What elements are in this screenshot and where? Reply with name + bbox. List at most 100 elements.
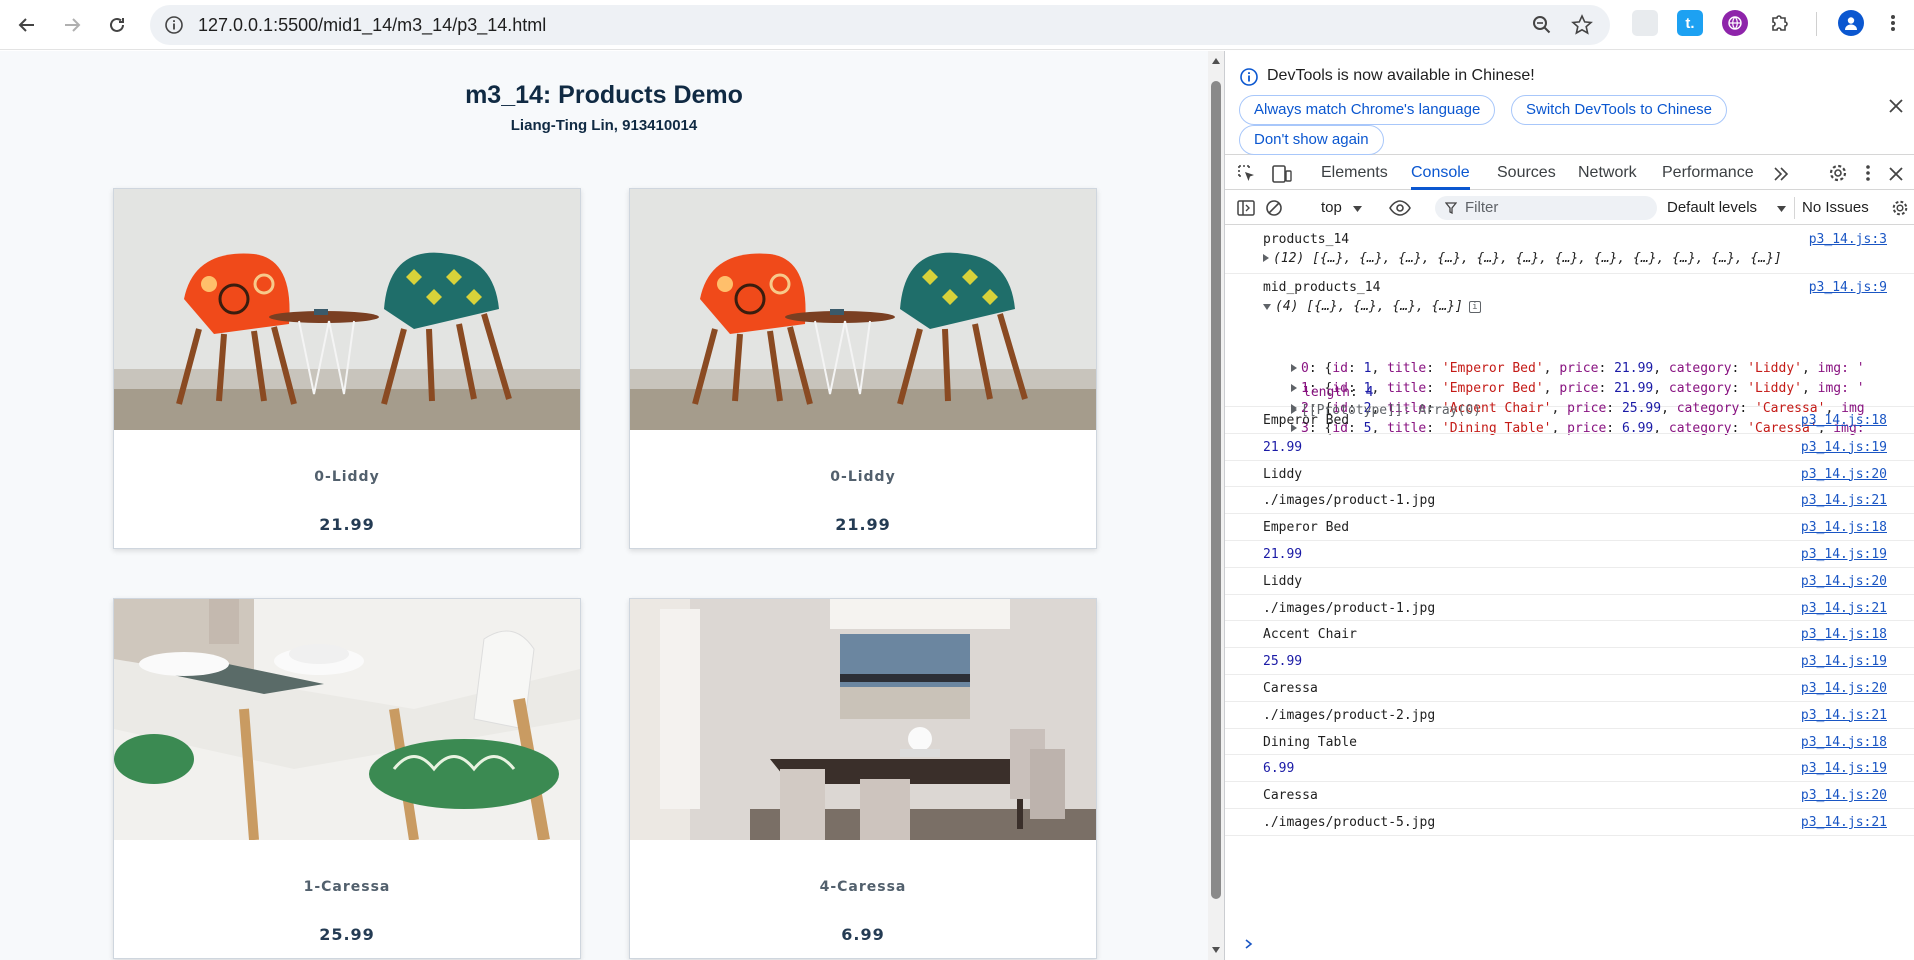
console-log-row: Emperor Bed p3_14.js:18 xyxy=(1225,407,1914,434)
product-card[interactable]: 0-Liddy 21.99 xyxy=(113,188,581,549)
switch-chinese-button[interactable]: Switch DevTools to Chinese xyxy=(1511,95,1727,125)
source-link[interactable]: p3_14.js:20 xyxy=(1801,574,1887,589)
expand-arrow-icon[interactable] xyxy=(1263,254,1269,262)
more-tabs-chevron-icon[interactable] xyxy=(1773,167,1789,181)
context-dropdown-icon[interactable] xyxy=(1353,206,1362,212)
product-price: 21.99 xyxy=(835,515,891,534)
source-link[interactable]: p3_14.js:18 xyxy=(1801,735,1887,750)
info-badge-icon[interactable]: i xyxy=(1468,300,1481,313)
settings-gear-icon[interactable] xyxy=(1828,163,1848,183)
live-expression-eye-icon[interactable] xyxy=(1389,200,1411,216)
tab-sources[interactable]: Sources xyxy=(1497,156,1556,190)
console-toolbar: top Filter Default levels No Issues xyxy=(1225,191,1914,225)
source-link[interactable]: p3_14.js:21 xyxy=(1801,708,1887,723)
source-link[interactable]: p3_14.js:21 xyxy=(1801,493,1887,508)
source-link[interactable]: p3_14.js:9 xyxy=(1809,280,1887,295)
match-language-button[interactable]: Always match Chrome's language xyxy=(1239,95,1496,125)
expand-arrow-icon[interactable] xyxy=(1291,384,1297,392)
array-item-row[interactable]: 0: {id: 1, title: 'Emperor Bed', price: … xyxy=(1291,361,1865,376)
reload-button[interactable] xyxy=(98,6,136,44)
product-card[interactable]: 0-Liddy 21.99 xyxy=(629,188,1097,549)
array-item-row[interactable]: 1: {id: 1, title: 'Emperor Bed', price: … xyxy=(1291,381,1865,396)
source-link[interactable]: p3_14.js:3 xyxy=(1809,232,1887,247)
close-infobar-icon[interactable] xyxy=(1889,99,1903,113)
console-log-row: ./images/product-5.jpg p3_14.js:21 xyxy=(1225,809,1914,836)
extension-globe-icon[interactable] xyxy=(1722,10,1748,36)
back-button[interactable] xyxy=(8,6,46,44)
url-text: 127.0.0.1:5500/mid1_14/m3_14/p3_14.html xyxy=(198,15,547,35)
page-scroll-thumb[interactable] xyxy=(1211,81,1221,899)
issues-counter[interactable]: No Issues xyxy=(1802,199,1869,216)
source-link[interactable]: p3_14.js:20 xyxy=(1801,681,1887,696)
devtools-tab-bar: Elements Console Sources Network Perform… xyxy=(1225,156,1914,190)
source-link[interactable]: p3_14.js:18 xyxy=(1801,413,1887,428)
product-card[interactable]: 1-Caressa 25.99 xyxy=(113,598,581,959)
tab-network[interactable]: Network xyxy=(1578,156,1637,190)
dont-show-again-button[interactable]: Don't show again xyxy=(1239,125,1384,155)
console-log-row: ./images/product-2.jpg p3_14.js:21 xyxy=(1225,702,1914,729)
console-log-row: Liddy p3_14.js:20 xyxy=(1225,461,1914,488)
array-summary[interactable]: (4) [{…}, {…}, {…}, {…}] i xyxy=(1263,299,1481,314)
log-value: Accent Chair xyxy=(1263,627,1357,643)
console-log-row: 25.99 p3_14.js:19 xyxy=(1225,648,1914,675)
log-value: 21.99 xyxy=(1263,439,1303,455)
log-levels-dropdown[interactable]: Default levels xyxy=(1667,199,1757,216)
inspect-element-icon[interactable] xyxy=(1237,164,1257,184)
log-value: Emperor Bed xyxy=(1263,520,1350,536)
log-value: Emperor Bed xyxy=(1263,413,1350,428)
bookmark-star-icon[interactable] xyxy=(1570,13,1594,37)
console-output: products_14 p3_14.js:3 (12) [{…}, {…}, {… xyxy=(1225,226,1914,960)
levels-dropdown-icon[interactable] xyxy=(1777,206,1786,212)
web-page: m3_14: Products Demo Liang-Ting Lin, 913… xyxy=(0,51,1208,960)
tab-console[interactable]: Console xyxy=(1411,156,1470,190)
source-link[interactable]: p3_14.js:19 xyxy=(1801,440,1887,455)
product-card[interactable]: 4-Caressa 6.99 xyxy=(629,598,1097,959)
source-link[interactable]: p3_14.js:21 xyxy=(1801,601,1887,616)
source-link[interactable]: p3_14.js:20 xyxy=(1801,467,1887,482)
console-filter-input[interactable]: Filter xyxy=(1435,196,1657,220)
zoom-icon[interactable] xyxy=(1530,13,1554,37)
source-link[interactable]: p3_14.js:18 xyxy=(1801,520,1887,535)
scroll-down-icon[interactable] xyxy=(1211,946,1221,954)
sidebar-toggle-icon[interactable] xyxy=(1237,199,1255,217)
clear-console-icon[interactable] xyxy=(1265,199,1283,217)
console-prompt-icon[interactable] xyxy=(1245,939,1253,949)
array-summary[interactable]: (12) [{…}, {…}, {…}, {…}, {…}, {…}, {…},… xyxy=(1263,251,1782,266)
site-info-icon[interactable] xyxy=(164,15,184,35)
browser-menu-icon[interactable] xyxy=(1880,10,1906,36)
toolbar-divider xyxy=(1816,12,1817,36)
device-toolbar-icon[interactable] xyxy=(1271,164,1293,184)
log-value: 25.99 xyxy=(1263,654,1303,670)
tab-elements[interactable]: Elements xyxy=(1321,156,1388,190)
tab-performance[interactable]: Performance xyxy=(1662,156,1754,190)
extensions-puzzle-icon[interactable] xyxy=(1767,10,1793,36)
product-image-dining xyxy=(630,599,1096,840)
product-price: 25.99 xyxy=(319,925,375,944)
source-link[interactable]: p3_14.js:19 xyxy=(1801,654,1887,669)
source-link[interactable]: p3_14.js:19 xyxy=(1801,547,1887,562)
product-category: 4-Caressa xyxy=(819,879,907,895)
extension-t-icon[interactable]: t. xyxy=(1677,10,1703,36)
expand-arrow-icon[interactable] xyxy=(1291,364,1297,372)
log-value: Caressa xyxy=(1263,788,1318,804)
console-settings-gear-icon[interactable] xyxy=(1891,199,1909,217)
devtools-menu-icon[interactable] xyxy=(1865,164,1871,182)
array-length: length: 4 xyxy=(1303,385,1374,400)
infobar-message: DevTools is now available in Chinese! xyxy=(1267,67,1535,84)
extension-placeholder-icon[interactable] xyxy=(1632,10,1658,36)
reload-icon xyxy=(110,17,124,32)
profile-avatar-icon[interactable] xyxy=(1838,10,1864,36)
log-value: 6.99 xyxy=(1263,761,1295,777)
close-devtools-icon[interactable] xyxy=(1889,167,1903,181)
collapse-arrow-icon[interactable] xyxy=(1263,304,1271,310)
log-value: Dining Table xyxy=(1263,734,1357,750)
address-bar[interactable]: 127.0.0.1:5500/mid1_14/m3_14/p3_14.html xyxy=(150,5,1610,45)
context-selector[interactable]: top xyxy=(1321,199,1342,216)
source-link[interactable]: p3_14.js:18 xyxy=(1801,627,1887,642)
page-scrollbar[interactable] xyxy=(1208,51,1224,960)
source-link[interactable]: p3_14.js:19 xyxy=(1801,761,1887,776)
scroll-up-icon[interactable] xyxy=(1211,57,1221,65)
source-link[interactable]: p3_14.js:21 xyxy=(1801,815,1887,830)
forward-button[interactable] xyxy=(53,6,91,44)
source-link[interactable]: p3_14.js:20 xyxy=(1801,788,1887,803)
